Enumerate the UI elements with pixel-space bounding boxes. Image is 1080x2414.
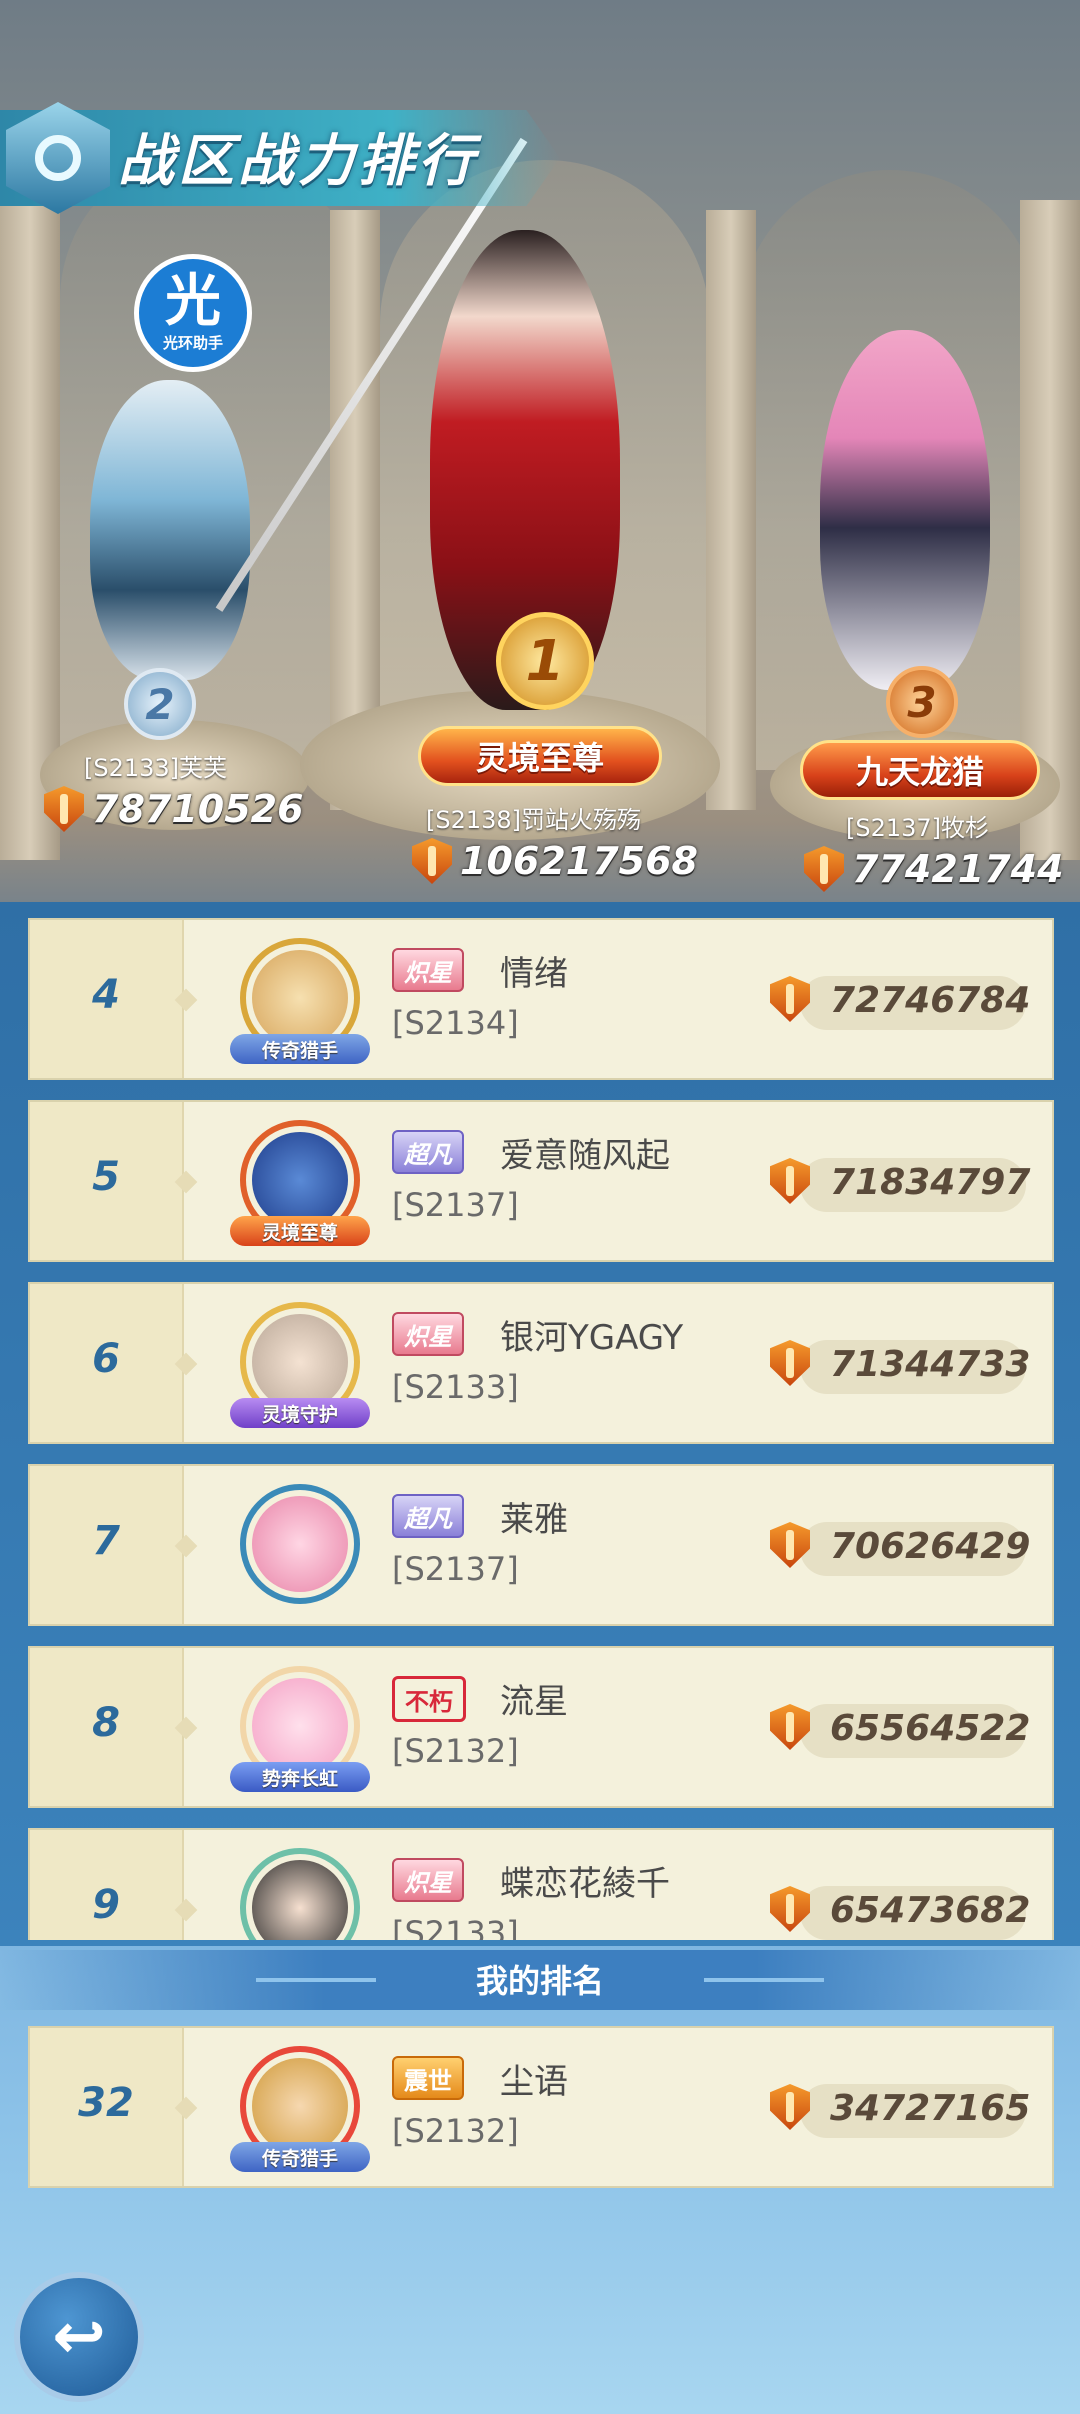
tier-badge: 不朽 — [392, 1676, 466, 1722]
podium-2-name: [S2133]芙芙 — [84, 754, 228, 782]
list-item[interactable]: 7 超凡 莱雅 [S2137] 70626429 — [28, 1464, 1054, 1626]
player-name: 爱意随风起 — [500, 1136, 670, 1176]
helper-glyph: 光 — [165, 268, 221, 334]
avatar[interactable]: 灵境至尊 — [230, 1116, 370, 1256]
podium-2-power: 78710526 — [44, 786, 304, 832]
title-plate: 势奔长虹 — [230, 1762, 370, 1792]
rank-number: 9 — [92, 1882, 120, 1928]
power-shield-icon — [44, 786, 84, 832]
title-plate: 灵境至尊 — [230, 1216, 370, 1246]
character-rank-2 — [90, 380, 250, 680]
podium-3-name: [S2137]牧杉 — [846, 814, 990, 842]
back-arrow-icon: ↩ — [52, 2300, 106, 2374]
page-title: 战区战力排行 — [118, 129, 478, 194]
server-tag: [S2132] — [392, 2112, 519, 2150]
avatar[interactable] — [230, 1844, 370, 1940]
power-value: 34727165 — [830, 2088, 1031, 2129]
list-item[interactable]: 6 灵境守护 炽星 银河YGAGY [S2133] 71344733 — [28, 1282, 1054, 1444]
title-plate: 传奇猎手 — [230, 1034, 370, 1064]
tier-badge: 震世 — [392, 2056, 464, 2100]
rank-1-medal-icon: 1 — [496, 612, 594, 710]
my-rank-title: 我的排名 — [475, 1962, 604, 2000]
avatar[interactable]: 传奇猎手 — [230, 934, 370, 1074]
rank-number: 7 — [92, 1518, 120, 1564]
podium-1-name: [S2138]罚站火殇殇 — [426, 806, 642, 834]
server-tag: [S2137] — [392, 1186, 519, 1224]
rank-number: 6 — [92, 1336, 120, 1382]
avatar[interactable]: 灵境守护 — [230, 1298, 370, 1438]
player-name: 情绪 — [500, 954, 568, 994]
power-value: 72746784 — [830, 980, 1031, 1021]
list-item[interactable]: 4 传奇猎手 炽星 情绪 [S2134] 72746784 — [28, 918, 1054, 1080]
player-name: 尘语 — [500, 2062, 568, 2102]
server-tag: [S2133] — [392, 1914, 519, 1940]
title-plate: 传奇猎手 — [230, 2142, 370, 2172]
tier-badge: 超凡 — [392, 1130, 464, 1174]
tier-badge: 超凡 — [392, 1494, 464, 1538]
server-tag: [S2132] — [392, 1732, 519, 1770]
ranking-list[interactable]: 4 传奇猎手 炽星 情绪 [S2134] 72746784 5 灵境至尊 超凡 … — [28, 918, 1058, 1940]
player-name: 蝶恋花綾千 — [500, 1864, 670, 1904]
avatar[interactable]: 势奔长虹 — [230, 1662, 370, 1802]
tier-badge: 炽星 — [392, 1312, 464, 1356]
list-item[interactable]: 9 炽星 蝶恋花綾千 [S2133] 65473682 — [28, 1828, 1054, 1940]
server-tag: [S2134] — [392, 1004, 519, 1042]
rank-number: 8 — [92, 1700, 120, 1746]
power-shield-icon — [412, 838, 452, 884]
power-value: 71344733 — [830, 1344, 1031, 1385]
podium-1-power: 106217568 — [412, 838, 698, 884]
power-shield-icon — [804, 846, 844, 892]
list-item[interactable]: 5 灵境至尊 超凡 爱意随风起 [S2137] 71834797 — [28, 1100, 1054, 1262]
rank-number: 5 — [92, 1154, 120, 1200]
avatar[interactable]: 传奇猎手 — [230, 2042, 370, 2182]
power-value: 65473682 — [830, 1890, 1031, 1931]
player-name: 莱雅 — [500, 1500, 568, 1540]
tier-badge: 炽星 — [392, 1858, 464, 1902]
server-tag: [S2133] — [392, 1368, 519, 1406]
helper-assistant-button[interactable]: 光 光环助手 — [134, 254, 252, 372]
title-plate: 灵境守护 — [230, 1398, 370, 1428]
power-value: 71834797 — [830, 1162, 1031, 1203]
podium-1-title-badge: 灵境至尊 — [418, 726, 662, 786]
avatar[interactable] — [230, 1480, 370, 1620]
rank-2-medal-icon: 2 — [124, 668, 196, 740]
back-button[interactable]: ↩ — [14, 2272, 144, 2402]
player-name: 银河YGAGY — [500, 1318, 684, 1358]
podium-3-power: 77421744 — [804, 846, 1064, 892]
rank-3-medal-icon: 3 — [886, 666, 958, 738]
power-value: 70626429 — [830, 1526, 1031, 1567]
tier-badge: 炽星 — [392, 948, 464, 992]
pillar — [706, 210, 756, 810]
helper-label: 光环助手 — [162, 333, 223, 352]
list-item[interactable]: 8 势奔长虹 不朽 流星 [S2132] 65564522 — [28, 1646, 1054, 1808]
podium-3-title-badge: 九天龙猎 — [800, 740, 1040, 800]
my-rank-row[interactable]: 32 传奇猎手 震世 尘语 [S2132] 34727165 — [28, 2026, 1054, 2188]
rank-number: 32 — [78, 2080, 134, 2126]
server-tag: [S2137] — [392, 1550, 519, 1588]
character-rank-3 — [820, 330, 990, 690]
player-name: 流星 — [500, 1682, 568, 1722]
rank-number: 4 — [92, 972, 120, 1018]
power-value: 65564522 — [830, 1708, 1031, 1749]
